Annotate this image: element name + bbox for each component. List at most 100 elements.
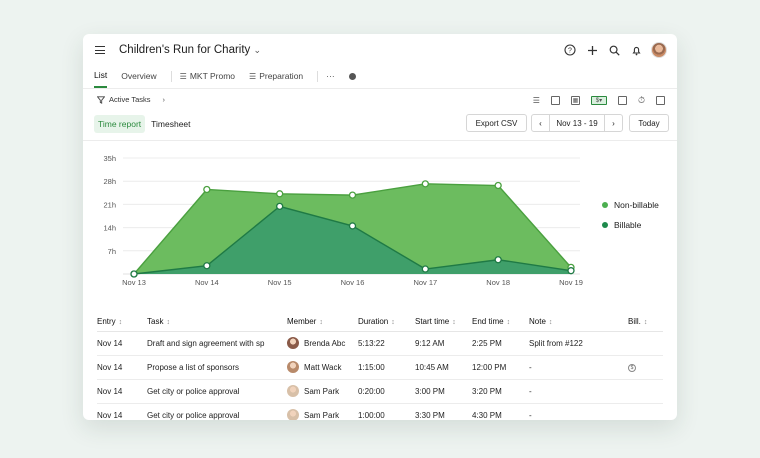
help-icon[interactable]: ? — [563, 43, 577, 57]
column-header-member[interactable]: Member ↕ — [287, 312, 358, 332]
board-layout-icon[interactable] — [550, 96, 560, 105]
tab-preparation[interactable]: ☰ Preparation — [249, 71, 303, 87]
sort-icon[interactable]: ↕ — [507, 319, 511, 326]
legend-item-billable: Billable — [602, 220, 641, 230]
column-header-bill[interactable]: Bill. ↕ — [628, 312, 663, 332]
time-report-view-icon[interactable]: $▾ — [590, 96, 607, 105]
tab-overview[interactable]: Overview — [121, 71, 156, 87]
tab-divider — [317, 70, 319, 82]
tab-mkt-promo[interactable]: ☰ MKT Promo — [180, 71, 235, 87]
note-cell: Split from #122 — [529, 331, 628, 356]
sort-icon[interactable]: ↕ — [391, 319, 395, 326]
legend-label: Non-billable — [614, 200, 659, 210]
add-tab-icon[interactable] — [348, 72, 356, 80]
menu-icon[interactable] — [95, 46, 105, 54]
table-header-row: Entry ↕ Task ↕ Member ↕ Duration ↕ Start time ↕ En… — [97, 312, 663, 332]
export-csv-button[interactable]: Export CSV — [466, 114, 527, 132]
column-header-label: Note — [529, 316, 546, 326]
x-tick-label: Nov 18 — [486, 278, 510, 287]
more-tabs-button[interactable]: ··· — [326, 71, 335, 87]
billable-cell[interactable]: $ — [628, 355, 663, 380]
data-point[interactable] — [203, 262, 211, 270]
time-entries-table: Entry ↕ Task ↕ Member ↕ Duration ↕ Start time ↕ En… — [97, 312, 663, 420]
x-tick-label: Nov 15 — [268, 278, 292, 287]
data-point[interactable] — [494, 256, 502, 264]
column-header-duration[interactable]: Duration ↕ — [358, 312, 415, 332]
filter-icon — [97, 95, 105, 104]
prev-week-button[interactable]: ‹ — [531, 114, 550, 132]
note-cell: - — [529, 403, 628, 420]
data-point[interactable] — [348, 191, 357, 199]
next-week-button[interactable]: › — [604, 114, 623, 132]
entry-cell: Nov 14 — [97, 403, 147, 420]
tab-list[interactable]: List — [94, 70, 108, 88]
table-row[interactable]: Nov 14 Get city or police approval Sam Par… — [97, 403, 663, 420]
table-row[interactable]: Nov 14 Draft and sign agreement with sp Br… — [97, 331, 663, 356]
sort-icon[interactable]: ↕ — [452, 319, 456, 326]
list-layout-icon[interactable]: ☰ — [533, 96, 540, 105]
member-avatar — [287, 409, 299, 420]
billable-cell[interactable] — [628, 379, 663, 404]
duration-cell: 5:13:22 — [358, 331, 415, 356]
column-header-note[interactable]: Note ↕ — [529, 312, 628, 332]
entry-cell: Nov 14 — [97, 355, 147, 380]
member-avatar — [287, 361, 299, 373]
notifications-bell-icon[interactable] — [629, 43, 643, 57]
column-header-label: Start time — [415, 316, 450, 326]
table-row[interactable]: Nov 14 Propose a list of sponsors Matt Wac… — [97, 355, 663, 380]
table-layout-icon[interactable]: ▦ — [570, 96, 580, 105]
filter-button[interactable]: Active Tasks › — [97, 95, 165, 104]
timesheet-toggle[interactable]: Timesheet — [147, 115, 194, 133]
column-header-entry[interactable]: Entry ↕ — [97, 312, 147, 332]
start-time-cell: 10:45 AM — [415, 355, 472, 380]
data-point[interactable] — [348, 222, 357, 230]
sort-icon[interactable]: ↕ — [166, 319, 170, 326]
data-point[interactable] — [203, 185, 211, 194]
add-icon[interactable] — [585, 43, 599, 57]
data-point[interactable] — [130, 270, 138, 278]
column-header-end-time[interactable]: End time ↕ — [472, 312, 529, 332]
list-view-icon: ☰ — [249, 72, 257, 81]
timer-icon[interactable]: ⏱ — [638, 95, 645, 106]
sort-icon[interactable]: ↕ — [119, 319, 123, 326]
column-header-task[interactable]: Task ↕ — [147, 312, 287, 332]
calendar-icon[interactable] — [617, 96, 627, 105]
sort-icon[interactable]: ↕ — [549, 319, 553, 326]
tab-label: Preparation — [259, 71, 304, 81]
date-range-picker[interactable]: Nov 13 - 19 — [549, 114, 605, 132]
sort-icon[interactable]: ↕ — [644, 319, 648, 326]
user-avatar[interactable] — [651, 42, 667, 58]
time-report-toggle[interactable]: Time report — [94, 115, 146, 133]
today-button[interactable]: Today — [629, 114, 669, 132]
data-point[interactable] — [494, 181, 502, 190]
data-point[interactable] — [567, 267, 575, 275]
search-icon[interactable] — [607, 43, 621, 57]
x-tick-label: Nov 14 — [195, 278, 219, 287]
legend-swatch — [602, 202, 608, 208]
column-header-label: Entry — [97, 316, 116, 326]
data-point[interactable] — [276, 190, 284, 198]
filter-label: Active Tasks — [109, 95, 151, 104]
table-row[interactable]: Nov 14 Get city or police approval Sam Par… — [97, 379, 663, 404]
chevron-down-icon: ⌄ — [253, 45, 262, 55]
project-title-dropdown[interactable]: Children's Run for Charity ⌄ — [119, 44, 261, 56]
data-point[interactable] — [276, 202, 284, 211]
billable-cell[interactable] — [628, 403, 663, 420]
member-avatar — [287, 385, 299, 397]
member-cell: Brenda Abc — [287, 331, 358, 356]
sort-icon[interactable]: ↕ — [319, 319, 323, 326]
data-point[interactable] — [421, 265, 429, 273]
side-panel-icon[interactable] — [656, 96, 665, 105]
task-cell: Draft and sign agreement with sp — [147, 331, 287, 356]
column-header-start-time[interactable]: Start time ↕ — [415, 312, 472, 332]
member-name: Sam Park — [304, 410, 340, 420]
column-header-label: Task — [147, 316, 164, 326]
end-time-cell: 2:25 PM — [472, 331, 529, 356]
billable-dollar-icon[interactable]: $ — [628, 364, 636, 372]
billable-cell[interactable] — [628, 331, 663, 356]
data-point[interactable] — [421, 180, 429, 188]
duration-cell: 1:00:00 — [358, 403, 415, 420]
member-name: Sam Park — [304, 386, 340, 396]
y-tick-label: 35h — [103, 154, 116, 163]
top-actions: ? — [563, 42, 667, 58]
